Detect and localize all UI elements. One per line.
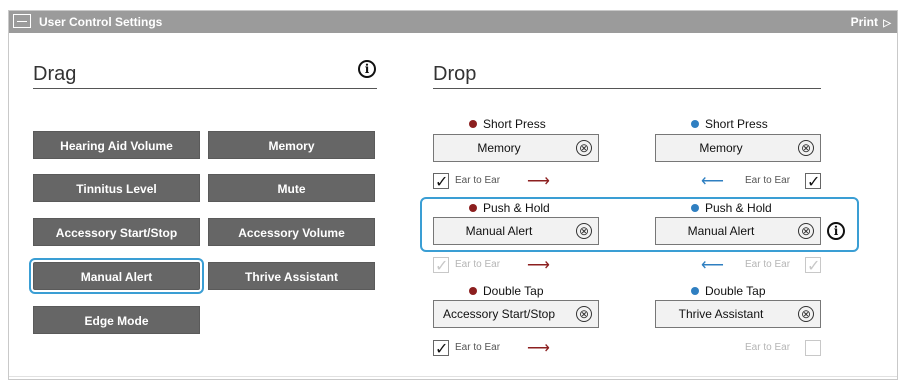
right-side-dot-icon	[691, 120, 699, 128]
left-short-press-label: Short Press	[469, 117, 546, 131]
drag-button-tinnitus-level[interactable]: Tinnitus Level	[33, 174, 200, 202]
left-short-press-value: Memory	[477, 141, 521, 155]
print-arrow-icon: ▷	[883, 18, 891, 29]
drag-button-manual-alert[interactable]: Manual Alert	[29, 258, 204, 294]
drop-title-underline	[433, 88, 821, 89]
right-push-hold-ear-to-ear: ⟵ Ear to Ear	[701, 256, 821, 276]
ear-to-ear-label: Ear to Ear	[455, 342, 501, 353]
left-side-dot-icon	[469, 120, 477, 128]
drag-button-thrive-assistant[interactable]: Thrive Assistant	[208, 262, 375, 290]
left-push-hold-ear-to-ear: Ear to Ear ⟶	[433, 256, 573, 276]
drag-button-edge-mode[interactable]: Edge Mode	[33, 306, 200, 334]
right-push-hold-dropzone[interactable]: Manual Alert ⊗	[655, 217, 821, 245]
print-label: Print	[850, 15, 878, 29]
left-double-tap-ear-to-ear: Ear to Ear ⟶	[433, 339, 573, 359]
ear-to-ear-checkbox[interactable]	[433, 172, 449, 192]
ear-to-ear-label: Ear to Ear	[745, 259, 791, 270]
user-control-settings-panel: User Control Settings Print ▷ Drag i Dro…	[8, 10, 898, 380]
right-push-hold-label: Push & Hold	[691, 201, 772, 215]
right-double-tap-label: Double Tap	[691, 284, 766, 298]
right-short-press-label: Short Press	[691, 117, 768, 131]
right-double-tap-value: Thrive Assistant	[678, 307, 764, 321]
drop-section-title: Drop	[433, 63, 477, 85]
arrow-left-icon: ⟵	[701, 173, 724, 190]
info-icon[interactable]: i	[358, 60, 376, 78]
left-double-tap-value: Accessory Start/Stop	[442, 307, 556, 321]
ear-to-ear-checkbox[interactable]	[805, 340, 821, 356]
left-push-hold-value: Manual Alert	[465, 224, 533, 238]
drag-button-memory[interactable]: Memory	[208, 131, 375, 159]
info-icon[interactable]: i	[827, 222, 845, 240]
ear-to-ear-label: Ear to Ear	[455, 259, 501, 270]
right-short-press-value: Memory	[699, 141, 743, 155]
left-push-hold-label: Push & Hold	[469, 201, 550, 215]
clear-icon[interactable]: ⊗	[576, 140, 592, 156]
right-double-tap-dropzone[interactable]: Thrive Assistant ⊗	[655, 300, 821, 328]
ear-to-ear-checkbox[interactable]	[805, 172, 821, 192]
ear-to-ear-checkbox[interactable]	[805, 256, 821, 276]
drag-button-accessory-volume[interactable]: Accessory Volume	[208, 218, 375, 246]
right-side-dot-icon	[691, 287, 699, 295]
drag-button-accessory-start-stop[interactable]: Accessory Start/Stop	[33, 218, 200, 246]
right-push-hold-value: Manual Alert	[687, 224, 755, 238]
left-side-dot-icon	[469, 204, 477, 212]
clear-icon[interactable]: ⊗	[576, 223, 592, 239]
collapse-icon[interactable]	[13, 14, 31, 28]
ear-to-ear-label: Ear to Ear	[745, 342, 791, 353]
drag-button-hearing-aid-volume[interactable]: Hearing Aid Volume	[33, 131, 200, 159]
left-side-dot-icon	[469, 287, 477, 295]
bottom-divider	[9, 376, 897, 377]
right-side-dot-icon	[691, 204, 699, 212]
ear-to-ear-checkbox[interactable]	[433, 339, 449, 359]
left-push-hold-dropzone[interactable]: Manual Alert ⊗	[433, 217, 599, 245]
ear-to-ear-label: Ear to Ear	[455, 175, 501, 186]
right-double-tap-ear-to-ear: Ear to Ear	[701, 340, 821, 358]
arrow-right-icon: ⟶	[527, 340, 550, 357]
drag-title-underline	[33, 88, 377, 89]
left-double-tap-label: Double Tap	[469, 284, 544, 298]
clear-icon[interactable]: ⊗	[798, 140, 814, 156]
right-short-press-dropzone[interactable]: Memory ⊗	[655, 134, 821, 162]
arrow-right-icon: ⟶	[527, 173, 550, 190]
left-short-press-dropzone[interactable]: Memory ⊗	[433, 134, 599, 162]
ear-to-ear-label: Ear to Ear	[745, 175, 791, 186]
print-button[interactable]: Print ▷	[851, 15, 891, 29]
left-short-press-ear-to-ear: Ear to Ear ⟶	[433, 172, 573, 192]
drag-section-title: Drag	[33, 63, 77, 85]
panel-header: User Control Settings Print ▷	[9, 11, 897, 33]
panel-title: User Control Settings	[39, 15, 163, 29]
arrow-left-icon: ⟵	[701, 257, 724, 274]
ear-to-ear-checkbox[interactable]	[433, 256, 449, 276]
arrow-right-icon: ⟶	[527, 257, 550, 274]
drag-button-mute[interactable]: Mute	[208, 174, 375, 202]
clear-icon[interactable]: ⊗	[798, 306, 814, 322]
clear-icon[interactable]: ⊗	[576, 306, 592, 322]
left-double-tap-dropzone[interactable]: Accessory Start/Stop ⊗	[433, 300, 599, 328]
right-short-press-ear-to-ear: ⟵ Ear to Ear	[701, 172, 821, 192]
clear-icon[interactable]: ⊗	[798, 223, 814, 239]
